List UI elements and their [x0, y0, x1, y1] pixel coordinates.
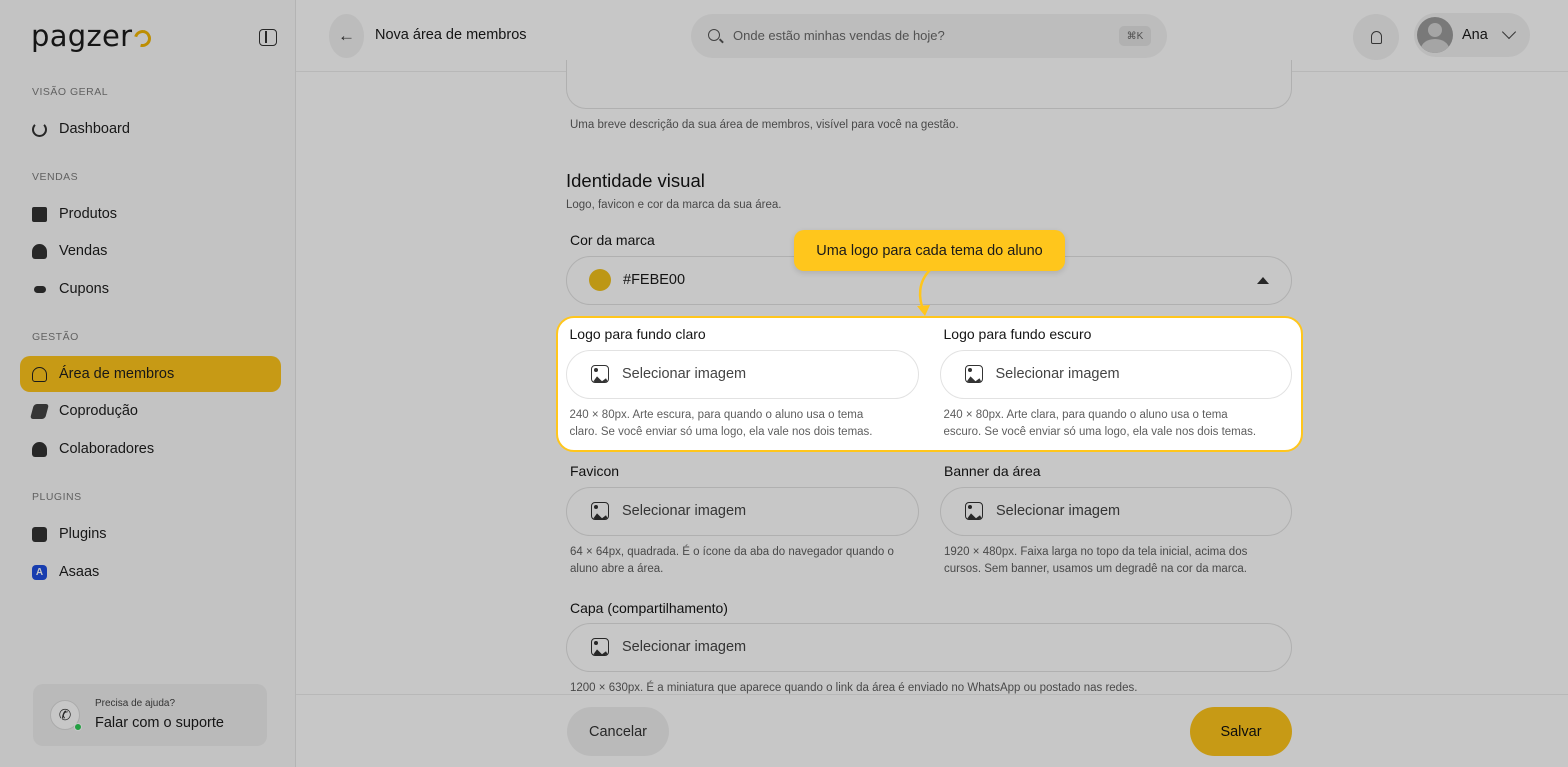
tour-spotlight: Logo para fundo claro Selecionar imagem … — [556, 316, 1303, 452]
tour-tooltip: Uma logo para cada tema do aluno — [794, 230, 1065, 271]
logo-dark-hint-1: 240 × 80px. Arte clara, para quando o al… — [943, 409, 1228, 421]
image-icon — [964, 365, 983, 383]
upload-label: Selecionar imagem — [995, 366, 1120, 382]
upload-label: Selecionar imagem — [622, 366, 747, 382]
logo-light-hint-2: claro. Se você enviar só uma logo, ela v… — [569, 426, 873, 438]
tooltip-pointer-arrow — [917, 269, 931, 316]
logo-light-hint-1: 240 × 80px. Arte escura, para quando o a… — [569, 409, 864, 421]
logo-dark-upload-button[interactable]: Selecionar imagem — [939, 350, 1292, 399]
image-icon — [591, 365, 609, 383]
logo-light-label: Logo para fundo claro — [569, 326, 706, 342]
logo-dark-label: Logo para fundo escuro — [943, 326, 1092, 342]
logo-light-upload-button[interactable]: Selecionar imagem — [566, 350, 919, 399]
logo-dark-hint-2: escuro. Se você enviar só uma logo, ela … — [943, 426, 1257, 438]
